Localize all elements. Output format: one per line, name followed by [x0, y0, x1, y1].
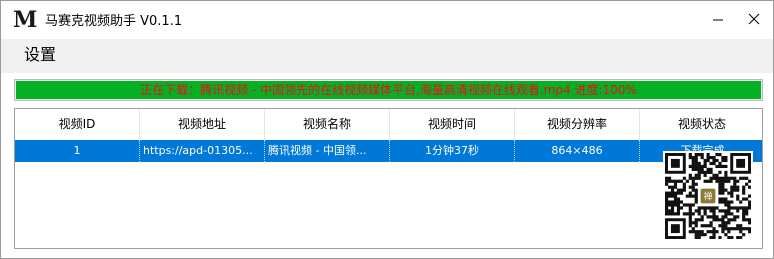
table-header: 视频ID 视频地址 视频名称 视频时间 视频分辨率 视频状态 — [15, 109, 762, 141]
table-row[interactable]: 1 https://apd-01305... 腾讯视频 - 中国领... 1分钟… — [15, 140, 762, 162]
qr-center-label: 禅 — [703, 191, 712, 203]
close-button[interactable] — [737, 7, 771, 33]
cell-resolution: 864×486 — [515, 140, 640, 162]
column-header-status[interactable]: 视频状态 — [640, 109, 762, 140]
column-header-resolution[interactable]: 视频分辨率 — [515, 109, 640, 140]
app-logo: M — [13, 7, 37, 33]
minimize-button[interactable] — [701, 7, 735, 33]
column-header-url[interactable]: 视频地址 — [140, 109, 265, 140]
close-icon — [748, 13, 760, 25]
window-title: 马赛克视频助手 V0.1.1 — [45, 14, 183, 29]
column-header-duration[interactable]: 视频时间 — [390, 109, 515, 140]
progress-status-text: 正在下载：腾讯视频 - 中国领先的在线视频媒体平台,海量高清视频在线观看.mp4… — [140, 83, 637, 97]
title-bar: M 马赛克视频助手 V0.1.1 — [1, 1, 773, 39]
menu-bar: 设置 — [1, 39, 773, 73]
cell-name: 腾讯视频 - 中国领... — [265, 140, 390, 162]
cell-duration: 1分钟37秒 — [390, 140, 515, 162]
column-header-id[interactable]: 视频ID — [15, 109, 140, 140]
video-table[interactable]: 视频ID 视频地址 视频名称 视频时间 视频分辨率 视频状态 1 https:/… — [14, 108, 763, 249]
cell-url: https://apd-01305... — [140, 140, 265, 162]
download-progress-bar: 正在下载：腾讯视频 - 中国领先的在线视频媒体平台,海量高清视频在线观看.mp4… — [14, 79, 763, 101]
qr-code-overlay: 禅 — [665, 153, 752, 240]
minimize-icon — [713, 19, 723, 21]
cell-id: 1 — [15, 140, 140, 162]
app-window: M 马赛克视频助手 V0.1.1 设置 正在下载：腾讯视频 - 中国领先的在线视… — [0, 0, 774, 259]
qr-code-icon: 禅 — [665, 153, 752, 240]
column-header-name[interactable]: 视频名称 — [265, 109, 390, 140]
menu-item-settings[interactable]: 设置 — [22, 44, 58, 66]
